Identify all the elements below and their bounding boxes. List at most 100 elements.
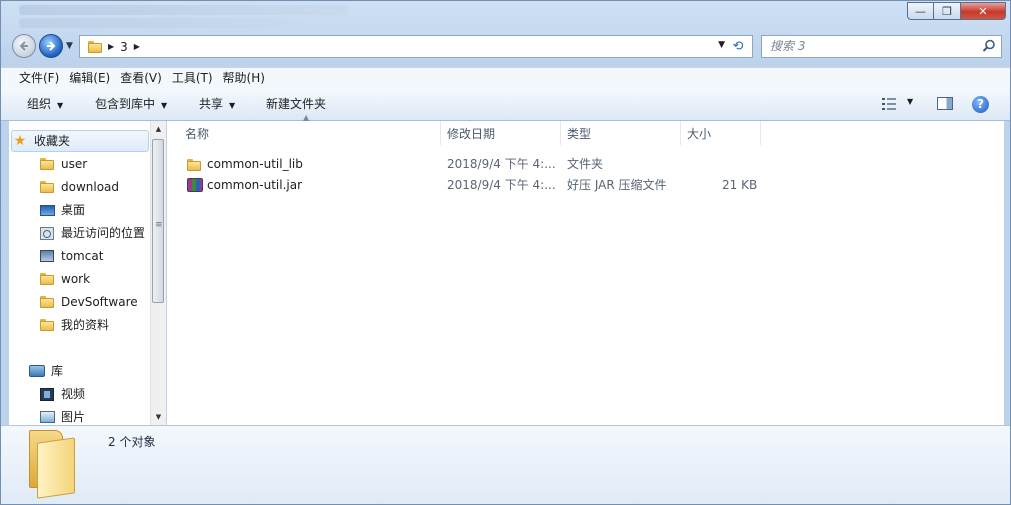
scroll-up-icon[interactable]: ▲ — [151, 121, 166, 137]
menu-tools[interactable]: 工具(T) — [167, 68, 218, 88]
column-header-date[interactable]: 修改日期 — [441, 121, 561, 145]
sidebar-item-pictures[interactable]: 图片 — [39, 406, 85, 425]
folder-icon — [40, 158, 54, 170]
picture-icon — [39, 411, 55, 423]
chevron-down-icon: ▼ — [161, 101, 168, 110]
forward-button[interactable] — [39, 34, 63, 58]
libraries-label: 库 — [51, 364, 64, 378]
file-size: 21 KB — [722, 178, 758, 192]
share-button[interactable]: 共享 ▼ — [199, 88, 235, 122]
folder-icon — [187, 159, 201, 171]
sidebar-item-download[interactable]: download — [39, 176, 119, 198]
file-row[interactable]: common-util_lib 2018/9/4 下午 4:... 文件夹 — [182, 154, 782, 175]
file-name: common-util.jar — [207, 178, 303, 192]
new-folder-button[interactable]: 新建文件夹 — [266, 88, 326, 120]
organize-button[interactable]: 组织 ▼ — [27, 88, 63, 122]
chevron-right-icon[interactable]: ▶ — [108, 42, 114, 51]
sidebar-item-label: download — [61, 180, 120, 194]
chevron-down-icon: ▼ — [229, 101, 236, 110]
sidebar-item-label: 桌面 — [61, 203, 86, 217]
menu-file[interactable]: 文件(F) — [14, 68, 64, 88]
navigation-pane-scrollbar[interactable]: ▲ ≡ ▼ — [150, 121, 166, 425]
sidebar-item-recent-places[interactable]: 最近访问的位置 — [39, 222, 145, 244]
file-type: 好压 JAR 压缩文件 — [567, 178, 667, 192]
navigation-pane: ★ 收藏夹 user download 桌面 最近访问的位置 tomcat wo… — [9, 121, 165, 425]
sidebar-item-label: tomcat — [61, 249, 104, 263]
sidebar-item-tomcat[interactable]: tomcat — [39, 245, 103, 267]
recent-pages-dropdown[interactable]: ▼ — [66, 41, 73, 51]
chevron-down-icon: ▼ — [57, 101, 64, 110]
breadcrumb-item-3[interactable]: 3 — [120, 40, 128, 54]
file-date: 2018/9/4 下午 4:... — [447, 178, 556, 192]
sidebar-item-label: 视频 — [61, 387, 86, 401]
sidebar-item-work[interactable]: work — [39, 268, 90, 290]
folder-icon — [88, 40, 102, 53]
file-name: common-util_lib — [207, 157, 303, 171]
chevron-right-icon[interactable]: ▶ — [134, 42, 140, 51]
sidebar-item-label: user — [61, 157, 88, 171]
grip-icon: ≡ — [155, 220, 163, 230]
sidebar-item-libraries[interactable]: 库 — [29, 360, 63, 382]
scroll-thumb[interactable]: ≡ — [152, 139, 164, 303]
sidebar-item-favorites[interactable]: ★ 收藏夹 — [11, 130, 149, 152]
column-header-size[interactable]: 大小 — [681, 121, 761, 145]
sidebar-item-label: 我的资料 — [61, 318, 110, 332]
search-input[interactable]: 搜索 3 — [761, 35, 1002, 58]
arrow-left-icon — [19, 41, 28, 51]
details-pane: 2 个对象 — [1, 425, 1010, 504]
sidebar-item-desktop[interactable]: 桌面 — [39, 199, 85, 221]
sidebar-item-user[interactable]: user — [39, 153, 87, 175]
blurred-title-text — [19, 5, 349, 15]
back-button[interactable] — [12, 34, 36, 58]
menu-edit[interactable]: 编辑(E) — [64, 68, 115, 88]
column-header-name[interactable]: 名称 — [179, 121, 441, 145]
preview-pane-icon[interactable] — [937, 97, 953, 110]
share-label: 共享 — [199, 97, 224, 111]
sidebar-item-label: 图片 — [61, 410, 86, 424]
window-controls: — ❐ ✕ — [907, 2, 1006, 20]
scroll-down-icon[interactable]: ▼ — [151, 409, 166, 425]
file-type: 文件夹 — [567, 157, 604, 171]
refresh-icon[interactable]: ⟲ — [728, 37, 748, 56]
file-row[interactable]: common-util.jar 2018/9/4 下午 4:... 好压 JAR… — [182, 175, 782, 196]
help-icon[interactable]: ? — [972, 96, 989, 113]
folder-icon — [40, 296, 54, 308]
file-list: ▲ 名称 修改日期 类型 大小 common-util_lib 2018/9/4… — [167, 113, 1004, 425]
address-bar[interactable]: ▶ 3 ▶ ▼ ⟲ — [79, 35, 753, 58]
address-dropdown[interactable]: ▼ — [718, 40, 725, 50]
folder-icon — [40, 181, 54, 193]
include-in-library-button[interactable]: 包含到库中 ▼ — [95, 88, 167, 122]
search-icon[interactable] — [982, 39, 996, 53]
library-icon — [29, 365, 45, 377]
command-bar: 组织 ▼ 包含到库中 ▼ 共享 ▼ 新建文件夹 ▼ ? — [1, 88, 1010, 121]
video-icon — [40, 387, 54, 401]
menu-view[interactable]: 查看(V) — [115, 68, 167, 88]
search-placeholder: 搜索 3 — [770, 39, 806, 53]
close-button[interactable]: ✕ — [961, 2, 1006, 20]
blurred-title-text-2 — [19, 18, 299, 28]
folder-icon — [40, 273, 54, 285]
column-header-type[interactable]: 类型 — [561, 121, 681, 145]
include-in-library-label: 包含到库中 — [95, 97, 156, 111]
folder-icon — [40, 319, 54, 331]
folder-large-icon — [29, 430, 75, 499]
organize-label: 组织 — [27, 97, 52, 111]
sidebar-item-label: DevSoftware — [61, 295, 138, 309]
new-folder-label: 新建文件夹 — [266, 97, 327, 111]
title-bar[interactable]: — ❐ ✕ — [1, 1, 1010, 29]
view-dropdown[interactable]: ▼ — [907, 97, 913, 106]
menu-help[interactable]: 帮助(H) — [218, 68, 270, 88]
sidebar-item-my-documents[interactable]: 我的资料 — [39, 314, 109, 336]
file-date: 2018/9/4 下午 4:... — [447, 157, 556, 171]
sidebar-item-videos[interactable]: 视频 — [39, 383, 85, 405]
sidebar-item-label: 最近访问的位置 — [61, 226, 146, 240]
minimize-button[interactable]: — — [907, 2, 934, 20]
recent-places-icon — [40, 226, 54, 240]
navigation-bar: ▼ ▶ 3 ▶ ▼ ⟲ 搜索 3 — [1, 31, 1010, 63]
sidebar-item-devsoftware[interactable]: DevSoftware — [39, 291, 138, 313]
view-options-icon[interactable] — [881, 97, 897, 111]
desktop-icon — [39, 204, 55, 216]
item-count: 2 个对象 — [108, 435, 156, 449]
menu-bar: 文件(F) 编辑(E) 查看(V) 工具(T) 帮助(H) — [1, 67, 1010, 89]
maximize-button[interactable]: ❐ — [934, 2, 961, 20]
